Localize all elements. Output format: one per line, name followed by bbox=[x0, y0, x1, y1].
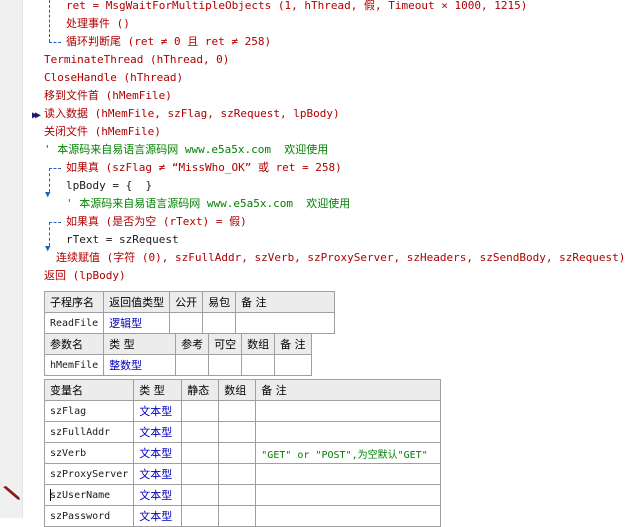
header-cell: 数组 bbox=[218, 379, 257, 401]
variable-type-cell[interactable]: 文本型 bbox=[133, 505, 183, 527]
header-cell: 变量名 bbox=[43, 379, 135, 401]
variable-type-cell[interactable]: 文本型 bbox=[133, 484, 183, 506]
table-row[interactable]: szFullAddr 文本型 bbox=[43, 421, 442, 443]
header-cell: 参考 bbox=[175, 333, 210, 355]
code-line[interactable]: 如果真 (szFlag ≠ “MissWho_OK” 或 ret = 258) bbox=[66, 159, 342, 177]
comment-line[interactable]: ' 本源码来自易语言源码网 www.e5a5x.com 欢迎使用 bbox=[66, 195, 350, 213]
loop-guide-tail bbox=[49, 42, 61, 43]
static-cell[interactable] bbox=[181, 442, 220, 464]
if-end-arrow-1: ▼ bbox=[45, 190, 51, 200]
array-cell[interactable] bbox=[241, 354, 276, 376]
if-guide-top-2 bbox=[49, 222, 61, 223]
header-cell: 可空 bbox=[208, 333, 243, 355]
code-line[interactable]: 连续赋值 (字符 (0), szFullAddr, szVerb, szProx… bbox=[56, 249, 625, 267]
array-cell[interactable] bbox=[218, 400, 257, 422]
table-row[interactable]: szProxyServer 文本型 bbox=[43, 463, 442, 485]
code-line[interactable]: 循环判断尾 (ret ≠ 0 且 ret ≠ 258) bbox=[66, 33, 271, 51]
note-cell[interactable] bbox=[255, 463, 442, 485]
code-line[interactable]: lpBody = { } bbox=[66, 177, 152, 195]
variable-name-cell[interactable]: szPassword bbox=[43, 505, 135, 527]
variable-name-cell[interactable]: szFlag bbox=[43, 400, 135, 422]
public-cell[interactable] bbox=[169, 312, 204, 334]
variable-name-cell[interactable]: szUserName bbox=[43, 484, 135, 506]
header-cell: 参数名 bbox=[43, 333, 105, 355]
static-cell[interactable] bbox=[181, 421, 220, 443]
code-line[interactable]: CloseHandle (hThread) bbox=[44, 69, 183, 87]
note-cell[interactable] bbox=[255, 505, 442, 527]
code-line[interactable]: rText = szRequest bbox=[66, 231, 179, 249]
code-line[interactable]: ret = MsgWaitForMultipleObjects (1, hThr… bbox=[66, 0, 527, 15]
variable-name-cell[interactable]: szVerb bbox=[43, 442, 135, 464]
note-cell[interactable] bbox=[255, 484, 442, 506]
text-caret bbox=[50, 489, 51, 501]
table-row[interactable]: szFlag 文本型 bbox=[43, 400, 442, 422]
note-cell[interactable] bbox=[274, 354, 313, 376]
array-cell[interactable] bbox=[218, 421, 257, 443]
execution-arrow-icon: ▶▶ bbox=[32, 110, 41, 121]
header-cell: 易包 bbox=[202, 291, 237, 313]
variable-type-cell[interactable]: 文本型 bbox=[133, 442, 183, 464]
note-cell[interactable] bbox=[235, 312, 336, 334]
header-cell: 返回值类型 bbox=[103, 291, 171, 313]
code-line[interactable]: 关闭文件 (hMemFile) bbox=[44, 123, 161, 141]
subroutine-table: 子程序名 返回值类型 公开 易包 备 注 ReadFile 逻辑型 bbox=[43, 291, 336, 334]
code-line[interactable]: 移到文件首 (hMemFile) bbox=[44, 87, 172, 105]
header-cell: 静态 bbox=[181, 379, 220, 401]
nullable-cell[interactable] bbox=[208, 354, 243, 376]
note-cell[interactable]: "GET" or "POST",为空默认"GET" bbox=[255, 442, 442, 464]
note-cell[interactable] bbox=[255, 400, 442, 422]
if-guide-top-1 bbox=[49, 168, 61, 169]
code-line[interactable]: 如果真 (是否为空 (rText) = 假) bbox=[66, 213, 247, 231]
variable-name-cell[interactable]: szProxyServer bbox=[43, 463, 135, 485]
array-cell[interactable] bbox=[218, 505, 257, 527]
header-cell: 数组 bbox=[241, 333, 276, 355]
header-cell: 备 注 bbox=[274, 333, 313, 355]
loop-guide-line bbox=[49, 0, 50, 42]
note-cell[interactable] bbox=[255, 421, 442, 443]
table-row[interactable]: szPassword 文本型 bbox=[43, 505, 442, 527]
variable-type-cell[interactable]: 文本型 bbox=[133, 400, 183, 422]
code-line-current[interactable]: 读入数据 (hMemFile, szFlag, szRequest, lpBod… bbox=[44, 105, 340, 123]
array-cell[interactable] bbox=[218, 484, 257, 506]
variable-type-cell[interactable]: 文本型 bbox=[133, 463, 183, 485]
static-cell[interactable] bbox=[181, 484, 220, 506]
code-line[interactable]: 返回 (lpBody) bbox=[44, 267, 126, 285]
array-cell[interactable] bbox=[218, 463, 257, 485]
parameter-type-cell[interactable]: 整数型 bbox=[103, 354, 177, 376]
code-line[interactable]: 处理事件 () bbox=[66, 15, 130, 33]
table-row[interactable]: szVerb 文本型 "GET" or "POST",为空默认"GET" bbox=[43, 442, 442, 464]
variable-type-cell[interactable]: 文本型 bbox=[133, 421, 183, 443]
code-line[interactable]: TerminateThread (hThread, 0) bbox=[44, 51, 229, 69]
return-type-cell[interactable]: 逻辑型 bbox=[103, 312, 171, 334]
pencil-icon bbox=[3, 486, 20, 500]
static-cell[interactable] bbox=[181, 463, 220, 485]
reference-cell[interactable] bbox=[175, 354, 210, 376]
subroutine-name-cell[interactable]: ReadFile bbox=[43, 312, 105, 334]
easy-pack-cell[interactable] bbox=[202, 312, 237, 334]
table-row[interactable]: szUserName 文本型 bbox=[43, 484, 442, 506]
array-cell[interactable] bbox=[218, 442, 257, 464]
parameter-name-cell[interactable]: hMemFile bbox=[43, 354, 105, 376]
header-cell: 类 型 bbox=[103, 333, 177, 355]
static-cell[interactable] bbox=[181, 400, 220, 422]
editor-gutter[interactable] bbox=[0, 0, 23, 518]
header-cell: 公开 bbox=[169, 291, 204, 313]
comment-line[interactable]: ' 本源码来自易语言源码网 www.e5a5x.com 欢迎使用 bbox=[44, 141, 328, 159]
header-cell: 子程序名 bbox=[43, 291, 105, 313]
if-guide-line-2 bbox=[49, 222, 50, 246]
header-cell: 备 注 bbox=[255, 379, 442, 401]
variable-name-cell[interactable]: szFullAddr bbox=[43, 421, 135, 443]
static-cell[interactable] bbox=[181, 505, 220, 527]
header-cell: 类 型 bbox=[133, 379, 183, 401]
if-guide-line-1 bbox=[49, 168, 50, 192]
parameter-table: 参数名 类 型 参考 可空 数组 备 注 hMemFile 整数型 bbox=[43, 333, 313, 376]
header-cell: 备 注 bbox=[235, 291, 336, 313]
variable-table: 变量名 类 型 静态 数组 备 注 szFlag 文本型 szFullAddr … bbox=[43, 379, 442, 527]
if-end-arrow-2: ▼ bbox=[45, 244, 51, 254]
